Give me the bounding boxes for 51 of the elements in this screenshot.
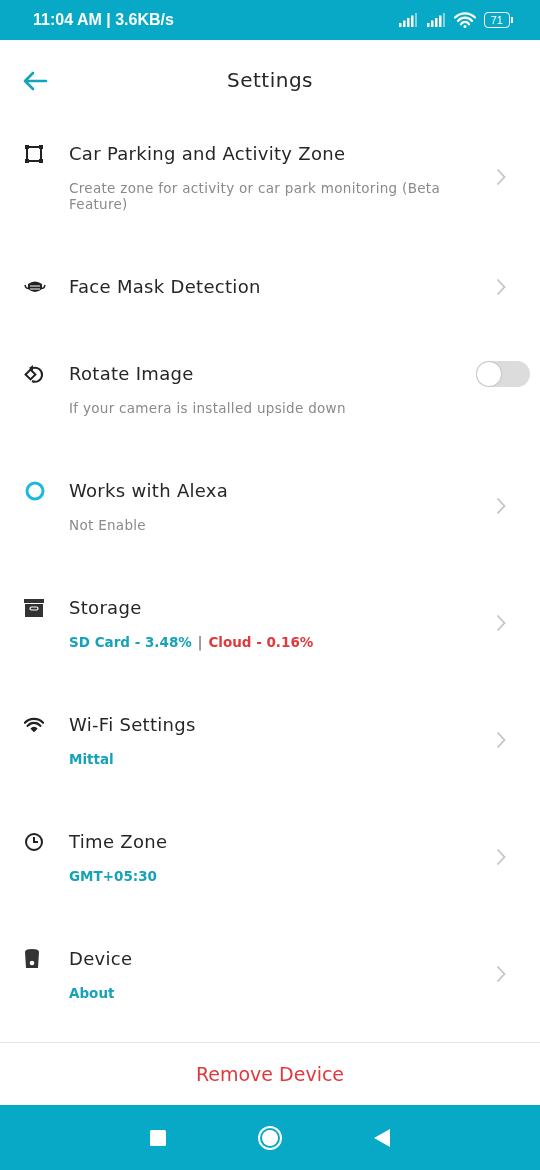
- chevron-right-icon: [496, 168, 506, 186]
- battery-icon: 71: [483, 12, 510, 28]
- ring-icon: [24, 480, 46, 502]
- signal-icon: [397, 13, 418, 27]
- item-subtitle: Not Enable: [69, 517, 147, 533]
- settings-item[interactable]: Wi-Fi Settings Mittal: [0, 691, 540, 808]
- back-icon[interactable]: [373, 1127, 391, 1148]
- home-icon[interactable]: [257, 1124, 283, 1151]
- item-title: Time Zone: [69, 830, 169, 854]
- status-time: 11:04 AM | 3.6KB/s: [33, 11, 174, 29]
- settings-item[interactable]: Storage SD Card - 3.48% | Cloud - 0.16%: [0, 574, 540, 691]
- page-title: Settings: [227, 68, 313, 92]
- item-subtitle: GMT+05:30: [69, 868, 157, 884]
- camera-device-icon: [24, 949, 40, 969]
- chevron-right-icon: [496, 278, 506, 296]
- bounding-box-icon: [24, 144, 44, 164]
- chevron-right-icon: [496, 614, 506, 632]
- clock-icon: [24, 832, 44, 852]
- settings-item[interactable]: Face Mask Detection: [0, 253, 540, 340]
- item-subtitle: About: [69, 985, 115, 1001]
- recents-icon[interactable]: [149, 1128, 167, 1147]
- chevron-right-icon: [496, 497, 506, 515]
- item-title: Works with Alexa: [69, 479, 230, 503]
- remove-device-button[interactable]: Remove Device: [187, 1055, 353, 1093]
- wifi-icon: [24, 717, 44, 733]
- settings-item[interactable]: Time Zone GMT+05:30: [0, 808, 540, 925]
- chevron-right-icon: [496, 731, 506, 749]
- settings-item[interactable]: Device About: [0, 925, 540, 1042]
- face-mask-icon: [24, 280, 46, 294]
- archive-box-icon: [24, 599, 44, 617]
- toggle-switch[interactable]: [476, 361, 530, 387]
- item-subtitle: |: [197, 634, 203, 650]
- item-title: Face Mask Detection: [69, 275, 262, 299]
- settings-item[interactable]: Rotate Image If your camera is installed upside down: [0, 340, 540, 457]
- chevron-right-icon: [496, 965, 506, 983]
- settings-item[interactable]: Works with Alexa Not Enable: [0, 457, 540, 574]
- item-subtitle: Mittal: [69, 751, 114, 767]
- item-title: Car Parking and Activity Zone: [69, 142, 347, 166]
- item-title: Storage: [69, 596, 143, 620]
- item-subtitle: If your camera is installed upside down: [69, 400, 347, 416]
- signal-icon: [425, 13, 446, 27]
- chevron-right-icon: [496, 848, 506, 866]
- settings-item[interactable]: Car Parking and Activity Zone Create zone for activity or car park monitoring (Beta Feature): [0, 120, 540, 253]
- item-subtitle: Create zone for activity or car park monitoring (Beta Feature): [69, 180, 441, 212]
- item-title: Wi-Fi Settings: [69, 713, 197, 737]
- rotate-icon: [24, 364, 44, 384]
- item-subtitle: SD Card - 3.48%: [69, 634, 192, 650]
- item-subtitle: Cloud - 0.16%: [208, 634, 314, 650]
- item-title: Device: [69, 947, 134, 971]
- item-title: Rotate Image: [69, 362, 195, 386]
- wifi-icon: [453, 12, 476, 28]
